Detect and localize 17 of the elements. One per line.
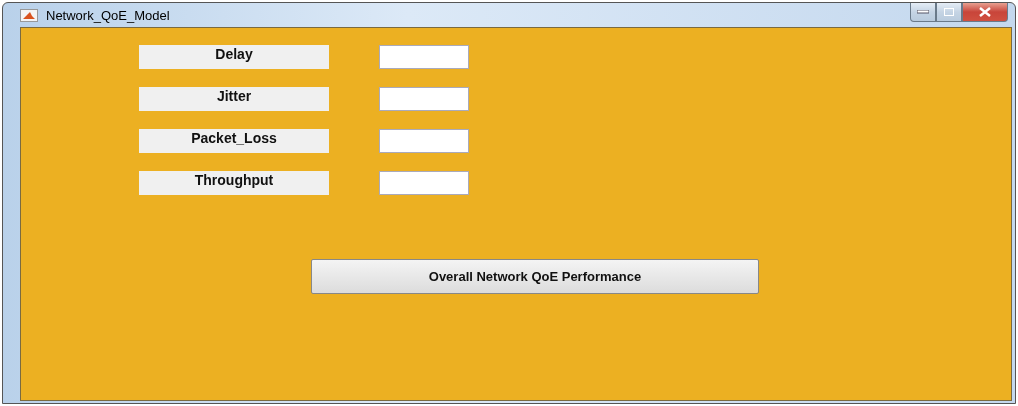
input-field[interactable] — [379, 45, 469, 69]
performance-button[interactable]: Overall Network QoE Performance — [311, 259, 759, 294]
field-label: Jitter — [139, 87, 329, 111]
field-label: Delay — [139, 45, 329, 69]
input-field[interactable] — [379, 171, 469, 195]
field-label: Throughput — [139, 171, 329, 195]
minimize-icon — [917, 10, 929, 14]
app-logo-icon — [20, 8, 38, 22]
close-icon — [978, 7, 992, 17]
close-button[interactable] — [962, 3, 1008, 22]
maximize-icon — [944, 8, 954, 16]
minimize-button[interactable] — [910, 3, 936, 22]
window-title: Network_QoE_Model — [46, 7, 170, 23]
maximize-button[interactable] — [936, 3, 962, 22]
input-field[interactable] — [379, 87, 469, 111]
field-label: Packet_Loss — [139, 129, 329, 153]
input-field[interactable] — [379, 129, 469, 153]
